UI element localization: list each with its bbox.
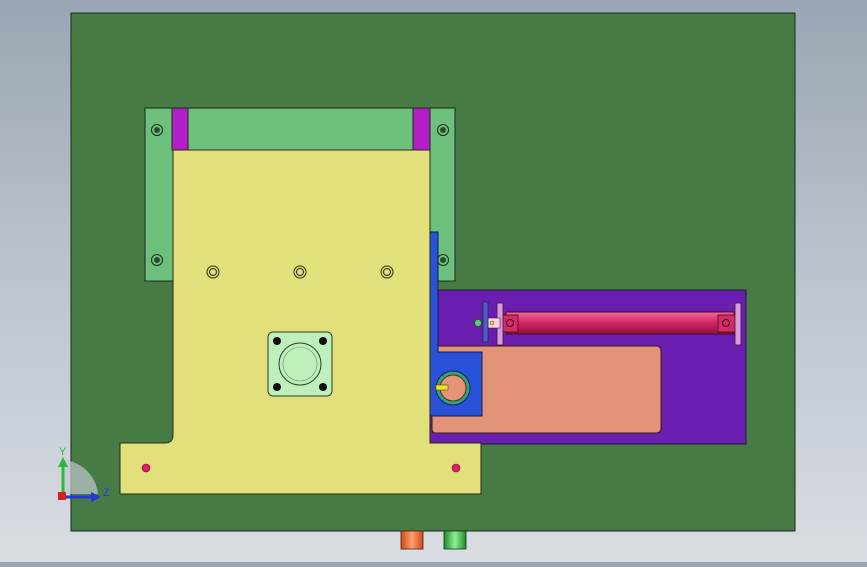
green-marker[interactable] bbox=[443, 530, 467, 550]
spacer-left[interactable] bbox=[171, 107, 189, 151]
locating-pin bbox=[141, 463, 151, 473]
bearing-flange[interactable] bbox=[267, 331, 333, 397]
spacer-right[interactable] bbox=[412, 107, 431, 151]
bracket-screw bbox=[151, 124, 163, 136]
assembly-drawing[interactable]: Y Z bbox=[0, 0, 867, 562]
locating-pin bbox=[451, 463, 461, 473]
cad-viewport[interactable]: Y Z bbox=[0, 0, 867, 562]
plate-screw bbox=[380, 265, 394, 279]
bracket-screw bbox=[151, 254, 163, 266]
plate-screw bbox=[206, 265, 220, 279]
axis-z-label: Z bbox=[103, 487, 110, 499]
main-plate[interactable] bbox=[119, 149, 482, 495]
orange-marker[interactable] bbox=[400, 530, 424, 550]
bracket-screw bbox=[437, 124, 449, 136]
axis-y-label: Y bbox=[59, 446, 67, 458]
bracket-screw bbox=[437, 254, 449, 266]
plate-screw bbox=[293, 265, 307, 279]
